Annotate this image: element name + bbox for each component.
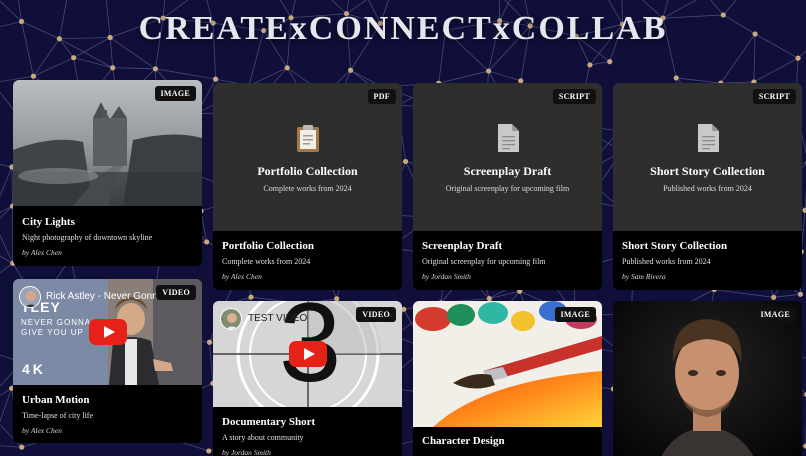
document-icon: [698, 124, 719, 152]
card-urban-motion[interactable]: Rick Astley - Never Gonn... TLEY NEVER G…: [13, 279, 202, 443]
document-thumbnail: Screenplay Draft Original screenplay for…: [413, 83, 602, 231]
card-city-lights[interactable]: IMAGE City Lights Night photography of d…: [13, 80, 202, 266]
card-title: Portfolio Collection: [222, 240, 314, 252]
card-author: by Jordan Smith: [422, 272, 471, 281]
card-portfolio-collection[interactable]: Portfolio Collection Complete works from…: [213, 83, 402, 290]
youtube-play-button[interactable]: [289, 341, 327, 367]
card-title: Screenplay Draft: [422, 240, 503, 252]
video-embed-title[interactable]: TEST VIDEO: [248, 313, 338, 324]
clipboard-icon: [297, 125, 319, 152]
media-type-badge: SCRIPT: [752, 89, 796, 104]
media-type-badge: VIDEO: [156, 285, 196, 300]
card-title: Short Story Collection: [622, 240, 728, 252]
card-short-story-collection[interactable]: Short Story Collection Published works f…: [613, 83, 802, 290]
card-author: by Jordan Smith: [222, 448, 271, 456]
card-description: Complete works from 2024: [222, 257, 311, 266]
card-description: Time-lapse of city life: [22, 411, 94, 420]
video-overlay-line1: NEVER GONNA: [21, 318, 92, 327]
card-author: by Sam Rivera: [622, 272, 666, 281]
video-quality-label: 4K: [22, 361, 46, 377]
channel-avatar[interactable]: [19, 286, 41, 308]
media-type-badge: IMAGE: [554, 307, 596, 322]
card-description: Original screenplay for upcoming film: [422, 257, 546, 266]
video-overlay-line2: GIVE YOU UP: [21, 328, 84, 337]
video-embed-title[interactable]: Rick Astley - Never Gonn...: [46, 291, 166, 302]
card-documentary-short[interactable]: 3 TEST VIDEO ⋮ VIDEO Documentary Short A…: [213, 301, 402, 456]
card-author: by Alex Chen: [222, 272, 262, 281]
thumbnail-subtitle: Published works from 2024: [663, 184, 752, 193]
page-title: CREATExCONNECTxCOLLAB: [138, 10, 668, 47]
youtube-play-button[interactable]: [89, 319, 127, 345]
card-author: by Alex Chen: [22, 426, 62, 435]
document-thumbnail: Portfolio Collection Complete works from…: [213, 83, 402, 231]
thumbnail-title: Portfolio Collection: [257, 164, 358, 178]
document-thumbnail: Short Story Collection Published works f…: [613, 83, 802, 231]
card-author: by Alex Chen: [22, 248, 62, 257]
channel-avatar[interactable]: [220, 308, 242, 330]
card-character-design[interactable]: IMAGE Character Design: [413, 301, 602, 456]
card-title: Documentary Short: [222, 416, 316, 428]
thumbnail-title: Screenplay Draft: [463, 164, 552, 178]
document-icon: [498, 124, 519, 152]
card-title: City Lights: [22, 216, 75, 228]
media-type-badge: IMAGE: [754, 307, 796, 322]
media-type-badge: PDF: [367, 89, 396, 104]
media-type-badge: IMAGE: [154, 86, 196, 101]
card-screenplay-draft[interactable]: Screenplay Draft Original screenplay for…: [413, 83, 602, 290]
thumbnail-subtitle: Original screenplay for upcoming film: [445, 184, 570, 193]
card-title: Urban Motion: [22, 394, 90, 406]
media-type-badge: VIDEO: [356, 307, 396, 322]
card-description: Published works from 2024: [622, 257, 711, 266]
card-portrait[interactable]: IMAGE: [613, 301, 802, 456]
media-type-badge: SCRIPT: [552, 89, 596, 104]
thumbnail-subtitle: Complete works from 2024: [263, 184, 352, 193]
thumbnail-title: Short Story Collection: [650, 164, 765, 178]
card-description: A story about community: [222, 433, 304, 442]
card-description: Night photography of downtown skyline: [22, 233, 153, 242]
portrait-photo: [613, 301, 802, 456]
card-title: Character Design: [422, 435, 505, 447]
